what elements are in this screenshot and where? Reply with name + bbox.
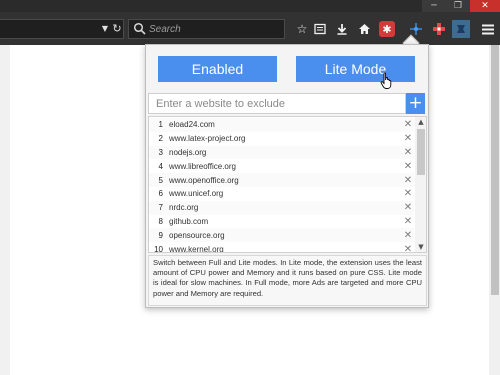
list-scrollbar[interactable]: ▲ ▼ xyxy=(415,117,426,252)
list-item: 4 www.libreoffice.org ✕ xyxy=(149,159,414,173)
row-site: nodejs.org xyxy=(169,147,207,157)
row-number: 9 xyxy=(158,230,163,240)
scroll-up-icon[interactable]: ▲ xyxy=(415,117,426,127)
search-input[interactable] xyxy=(149,21,279,37)
exclude-website-input[interactable] xyxy=(148,93,406,114)
remove-icon[interactable]: ✕ xyxy=(402,202,414,213)
list-item: 8 github.com ✕ xyxy=(149,215,414,229)
reader-icon[interactable] xyxy=(311,20,329,38)
cross-extension-icon[interactable] xyxy=(430,20,448,38)
remove-icon[interactable]: ✕ xyxy=(402,147,414,158)
star-icon[interactable]: ☆ xyxy=(293,20,311,38)
page-background xyxy=(0,45,10,375)
list-item: 6 www.unicef.org ✕ xyxy=(149,187,414,201)
row-site: www.libreoffice.org xyxy=(169,161,236,171)
row-site: www.kernel.org xyxy=(169,244,224,253)
row-site: www.latex-project.org xyxy=(169,134,246,144)
list-item: 3 nodejs.org ✕ xyxy=(149,145,414,160)
dropdown-arrow-icon[interactable]: ▼ xyxy=(100,20,110,38)
row-number: 1 xyxy=(158,120,163,130)
close-window-button[interactable]: ✕ xyxy=(470,0,500,12)
excluded-sites-rows: 1 eload24.com ✕ 2 www.latex-project.org ✕ 3 nod… xyxy=(149,118,414,253)
restore-button[interactable]: ❐ xyxy=(446,0,470,12)
remove-icon[interactable]: ✕ xyxy=(402,244,414,252)
url-bar[interactable]: ▼ ↻ xyxy=(0,19,124,39)
home-icon[interactable] xyxy=(355,20,373,38)
row-site: github.com xyxy=(169,216,209,226)
list-item: 1 eload24.com ✕ xyxy=(149,118,414,132)
window-titlebar: ─ ❐ ✕ xyxy=(0,0,500,12)
page-scrollbar-thumb[interactable] xyxy=(491,45,499,295)
list-item: 2 www.latex-project.org ✕ xyxy=(149,132,414,146)
row-site: opensource.org xyxy=(169,230,225,240)
row-site: nrdc.org xyxy=(169,203,199,213)
row-site: www.unicef.org xyxy=(169,189,224,199)
list-item: 5 www.openoffice.org ✕ xyxy=(149,173,414,187)
scroll-down-icon[interactable]: ▼ xyxy=(415,242,426,252)
search-bar[interactable] xyxy=(128,19,285,39)
remove-icon[interactable]: ✕ xyxy=(402,188,414,199)
row-number: 2 xyxy=(158,134,163,144)
remove-icon[interactable]: ✕ xyxy=(402,175,414,186)
enabled-button[interactable]: Enabled xyxy=(158,56,277,82)
row-number: 4 xyxy=(158,161,163,171)
list-item: 10 www.kernel.org ✕ xyxy=(149,242,414,253)
row-site: www.openoffice.org xyxy=(169,175,239,185)
remove-icon[interactable]: ✕ xyxy=(402,119,414,130)
lite-mode-button[interactable]: Lite Mode xyxy=(296,56,415,82)
list-scrollbar-thumb[interactable] xyxy=(417,129,425,175)
adblock-extension-icon[interactable]: ✱ xyxy=(379,21,395,37)
hand-cursor-icon xyxy=(380,72,392,89)
window-controls: ─ ❐ ✕ xyxy=(422,0,500,12)
row-number: 7 xyxy=(158,203,163,213)
row-site: eload24.com xyxy=(169,120,215,130)
remove-icon[interactable]: ✕ xyxy=(402,230,414,241)
mode-description: Switch between Full and Lite modes. In L… xyxy=(148,255,427,306)
remove-icon[interactable]: ✕ xyxy=(402,216,414,227)
lite-mode-extension-icon[interactable] xyxy=(452,20,470,38)
row-number: 8 xyxy=(158,216,163,226)
list-item: 7 nrdc.org ✕ xyxy=(149,200,414,215)
remove-icon[interactable]: ✕ xyxy=(402,133,414,144)
excluded-sites-list: 1 eload24.com ✕ 2 www.latex-project.org ✕ 3 nod… xyxy=(148,116,427,253)
row-number: 6 xyxy=(158,189,163,199)
list-item: 9 opensource.org ✕ xyxy=(149,228,414,243)
browser-toolbar: ▼ ↻ ☆ ✱ xyxy=(0,12,500,45)
add-website-button[interactable]: + xyxy=(406,93,425,114)
search-icon xyxy=(133,22,146,35)
row-number: 5 xyxy=(158,175,163,185)
menu-icon[interactable] xyxy=(479,20,497,38)
download-icon[interactable] xyxy=(333,20,351,38)
row-number: 10 xyxy=(154,244,163,253)
extension-popup: Enabled Lite Mode + 1 eload24.com ✕ 2 www.la… xyxy=(145,44,429,308)
minimize-button[interactable]: ─ xyxy=(422,0,446,12)
reload-icon[interactable]: ↻ xyxy=(111,20,123,38)
remove-icon[interactable]: ✕ xyxy=(402,161,414,172)
row-number: 3 xyxy=(158,147,163,157)
